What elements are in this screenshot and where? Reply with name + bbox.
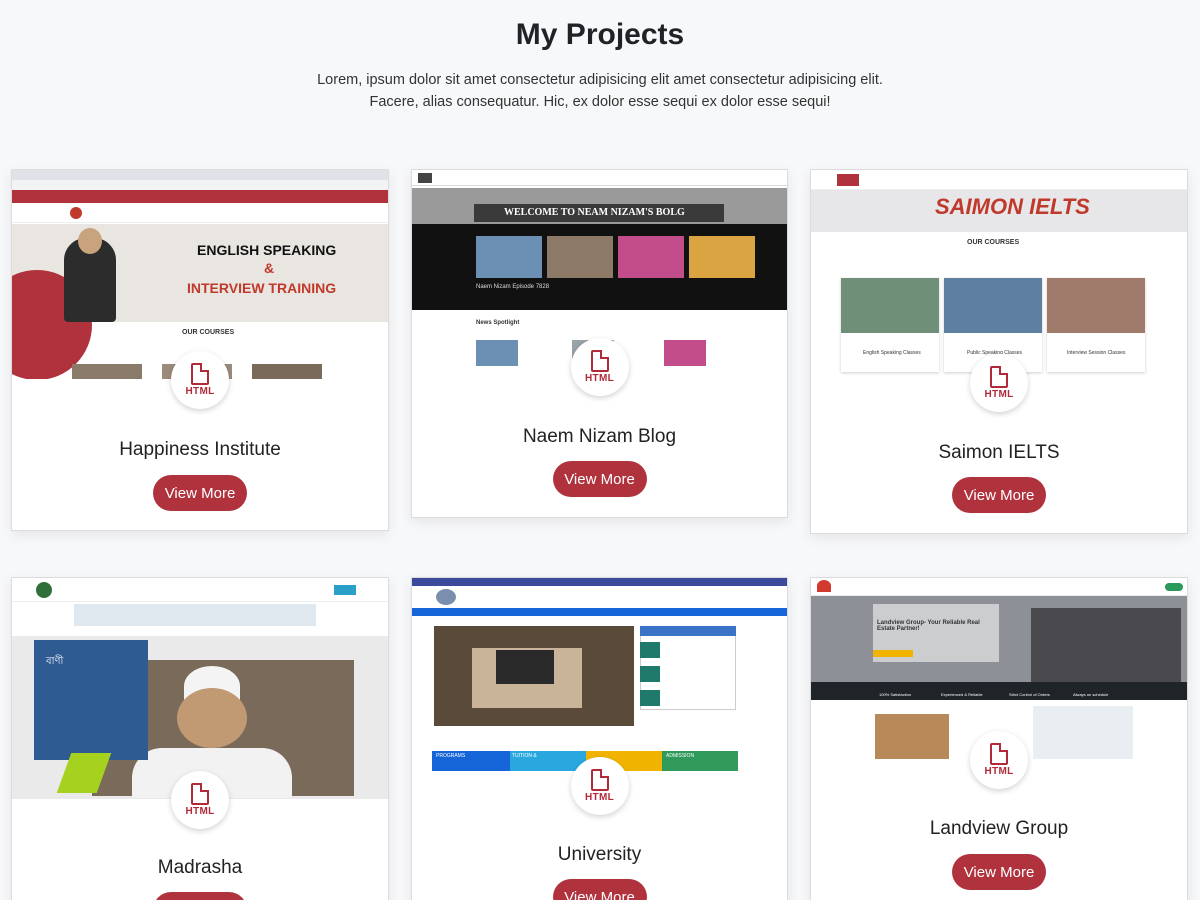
- project-card-happiness-institute: ENGLISH SPEAKING & INTERVIEW TRAINING OU…: [11, 169, 389, 531]
- file-icon: [191, 783, 209, 805]
- projects-page: My Projects Lorem, ipsum dolor sit amet …: [0, 0, 1200, 900]
- thumb-feature-2: Experienced & Reliable: [941, 692, 983, 697]
- thumb-hero-text: Landview Group- Your Reliable Real Estat…: [877, 620, 980, 632]
- file-icon: [590, 350, 609, 372]
- html-badge-label: HTML: [585, 373, 614, 384]
- subtitle-line-1: Lorem, ipsum dolor sit amet consectetur …: [317, 72, 883, 88]
- html-badge: HTML: [171, 771, 229, 829]
- thumb-banner-line-1: ENGLISH SPEAKING: [197, 242, 337, 258]
- html-badge: HTML: [570, 757, 629, 815]
- project-thumbnail[interactable]: SAIMON IELTS OUR COURSES English Speakin…: [811, 170, 1187, 382]
- file-icon: [990, 366, 1008, 388]
- thumb-quote-title: বাণী: [46, 656, 64, 667]
- thumb-feature-3: Strict Control of Orders: [1009, 692, 1050, 697]
- thumb-episode-label: Naem Nizam Episode 7828: [476, 284, 550, 290]
- project-card-university: PROGRAMS TUITION & ADMISSION HTML Univer…: [411, 577, 788, 900]
- page-subtitle: Lorem, ipsum dolor sit amet consectetur …: [250, 69, 950, 113]
- project-card-naem-nizam-blog: WELCOME TO NEAM NIZAM'S BOLG Naem Nizam …: [411, 169, 788, 518]
- file-icon: [590, 769, 609, 791]
- project-title: Happiness Institute: [119, 439, 281, 460]
- thumb-tile-programs: PROGRAMS: [436, 753, 466, 759]
- project-title: Madrasha: [157, 857, 243, 878]
- html-badge: HTML: [970, 731, 1028, 789]
- thumb-feature-4: Always on schedule: [1073, 692, 1109, 697]
- project-card-saimon-ielts: SAIMON IELTS OUR COURSES English Speakin…: [810, 169, 1188, 534]
- project-title: Saimon IELTS: [938, 442, 1060, 463]
- html-badge-label: HTML: [185, 806, 215, 817]
- html-badge: HTML: [570, 338, 629, 396]
- thumb-course-3: Interview Session Classes: [1067, 350, 1126, 356]
- thumb-section-title: OUR COURSES: [182, 329, 235, 336]
- view-more-button[interactable]: View More: [153, 892, 247, 900]
- project-title: Naem Nizam Blog: [522, 426, 677, 447]
- thumb-tile-tuition: TUITION &: [512, 753, 537, 759]
- project-title: University: [557, 844, 642, 865]
- html-badge: HTML: [171, 351, 229, 409]
- view-more-button[interactable]: View More: [552, 879, 647, 900]
- project-thumbnail[interactable]: বাণী: [12, 578, 388, 799]
- html-badge: HTML: [970, 354, 1028, 412]
- project-thumbnail[interactable]: WELCOME TO NEAM NIZAM'S BOLG Naem Nizam …: [412, 170, 787, 366]
- project-thumbnail[interactable]: PROGRAMS TUITION & ADMISSION: [412, 578, 787, 785]
- html-badge-label: HTML: [185, 386, 215, 397]
- project-card-landview-group: Landview Group- Your Reliable Real Estat…: [810, 577, 1188, 900]
- thumb-feature-1: 100% Satisfaction: [879, 692, 912, 697]
- page-title: My Projects: [515, 18, 685, 51]
- html-badge-label: HTML: [585, 792, 614, 803]
- thumb-logo: SAIMON IELTS: [935, 194, 1090, 219]
- thumb-banner-line-3: INTERVIEW TRAINING: [187, 280, 337, 296]
- file-icon: [191, 363, 209, 385]
- view-more-button[interactable]: View More: [952, 477, 1046, 513]
- thumb-section-title: News Spotlight: [476, 320, 520, 326]
- thumb-banner: WELCOME TO NEAM NIZAM'S BOLG: [504, 207, 685, 218]
- thumb-course-1: English Speaking Classes: [863, 350, 921, 356]
- file-icon: [990, 743, 1008, 765]
- thumb-tile-admission: ADMISSION: [666, 753, 695, 759]
- view-more-button[interactable]: View More: [952, 854, 1046, 890]
- project-thumbnail[interactable]: ENGLISH SPEAKING & INTERVIEW TRAINING OU…: [12, 170, 388, 379]
- subtitle-line-2: Facere, alias consequatur. Hic, ex dolor…: [369, 94, 831, 110]
- html-badge-label: HTML: [984, 389, 1014, 400]
- thumb-section-title: OUR COURSES: [967, 239, 1020, 246]
- html-badge-label: HTML: [984, 766, 1014, 777]
- thumb-banner-line-2: &: [264, 260, 275, 276]
- project-title: Landview Group: [929, 818, 1069, 839]
- view-more-button[interactable]: View More: [153, 475, 247, 511]
- project-card-madrasha: বাণী HTML Madrasha View More: [11, 577, 389, 900]
- view-more-button[interactable]: View More: [552, 461, 647, 497]
